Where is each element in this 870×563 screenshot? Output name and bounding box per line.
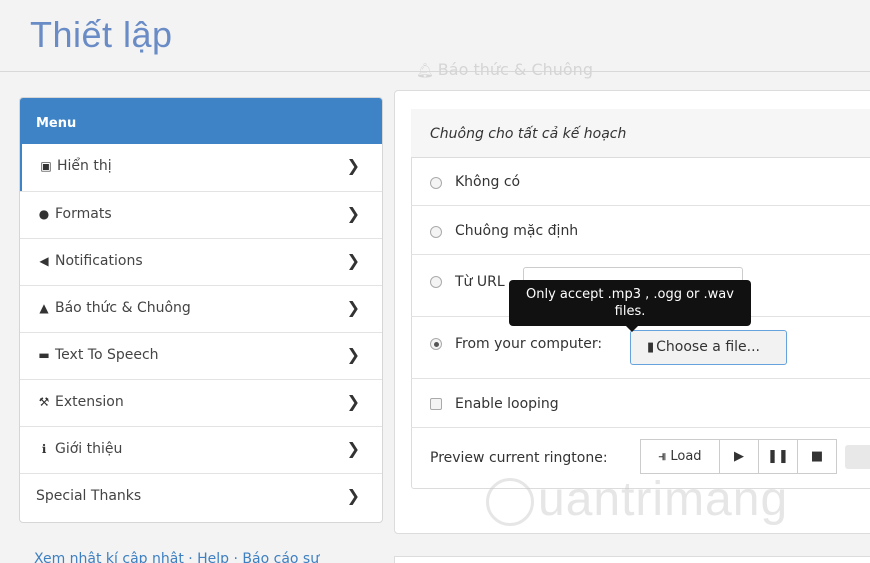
chevron-right-icon: ❯ [346,439,360,458]
next-panel [394,556,870,563]
choose-file-label: Choose a file... [656,339,760,355]
wrench-icon: ⚒ [38,395,50,409]
play-icon: ▶ [734,449,744,464]
chevron-right-icon: ❯ [346,204,360,223]
option-looping[interactable]: Enable looping [411,379,870,428]
sidebar-item-hien-thi[interactable]: ▣ Hiển thị ❯ [20,144,382,191]
radio-computer[interactable] [430,338,442,350]
load-label: Load [670,449,702,464]
radio-none[interactable] [430,177,442,189]
bell-icon: 🔔︎ [416,63,434,79]
option-url-label: Từ URL [455,274,505,290]
sidebar-item-formats[interactable]: ● Formats ❯ [20,191,382,238]
looping-label: Enable looping [455,396,559,412]
sidebar-item-notifications[interactable]: ◀ Notifications ❯ [20,238,382,285]
sidebar-item-label: Formats [55,206,112,222]
section-heading-label: Báo thức & Chuông [437,60,593,79]
choose-file-button[interactable]: ▮ Choose a file... [630,330,787,365]
preview-label: Preview current ringtone: [430,450,608,466]
globe-icon: ● [38,207,50,221]
sidebar-item-special-thanks[interactable]: Special Thanks ❯ [20,473,382,520]
stop-button[interactable]: ■ [797,439,837,474]
file-type-tooltip: Only accept .mp3 , .ogg or .wav files. [509,280,751,332]
chevron-right-icon: ❯ [346,486,360,505]
option-default-label: Chuông mặc định [455,223,579,239]
section-heading: 🔔︎ Báo thức & Chuông [416,60,593,79]
chevron-right-icon: ❯ [346,345,360,364]
looping-checkbox[interactable] [430,398,442,410]
info-icon: ℹ [41,442,47,456]
chevron-right-icon: ❯ [346,251,360,270]
radio-default[interactable] [430,226,442,238]
sidebar-menu: Menu ▣ Hiển thị ❯ ● Formats ❯ ◀ Notificatio… [19,97,383,523]
watermark: uantrimang [480,472,788,527]
sidebar-item-label: Báo thức & Chuông [55,300,191,316]
comment-icon: ▬ [38,348,50,362]
folder-open-icon: ▮ [647,340,655,355]
sidebar-item-alarm-ringtone[interactable]: ▲ Báo thức & Chuông ❯ [20,285,382,332]
pause-icon: ❚❚ [767,449,789,464]
option-none-label: Không có [455,174,521,190]
sidebar-item-label: Hiển thị [57,158,112,174]
sidebar-item-label: Notifications [55,253,143,269]
upload-icon: ⫣ [658,449,667,464]
sidebar-item-label: Extension [55,394,124,410]
play-button[interactable]: ▶ [719,439,759,474]
sidebar-item-about[interactable]: ℹ Giới thiệu ❯ [20,426,382,473]
pause-button[interactable]: ❚❚ [758,439,798,474]
sidebar-item-label: Special Thanks [36,488,142,504]
volume-control[interactable] [845,445,870,469]
chevron-right-icon: ❯ [346,392,360,411]
ringtone-heading: Chuông cho tất cả kế hoạch [411,109,870,158]
chevron-right-icon: ❯ [346,156,360,175]
sidebar-item-label: Text To Speech [55,347,159,363]
menu-header: Menu [20,98,382,144]
option-default[interactable]: Chuông mặc định [411,206,870,255]
sidebar-item-text-to-speech[interactable]: ▬ Text To Speech ❯ [20,332,382,379]
watermark-text: uantrimang [538,473,789,526]
sidebar-item-extension[interactable]: ⚒ Extension ❯ [20,379,382,426]
page-title: Thiết lập [30,14,173,55]
bell-icon: ▲ [39,301,49,315]
sidebar-item-label: Giới thiệu [55,441,123,457]
footer-links[interactable]: Xem nhật kí cập nhật · Help · Báo cáo sự [34,551,319,563]
bullhorn-icon: ◀ [39,254,49,268]
option-none[interactable]: Không có [411,158,870,206]
radio-url[interactable] [430,276,442,288]
stop-icon: ■ [810,449,824,464]
image-icon: ▣ [40,159,52,173]
chevron-right-icon: ❯ [346,298,360,317]
load-button[interactable]: ⫣ Load [640,439,720,474]
option-computer-label: From your computer: [455,336,603,352]
